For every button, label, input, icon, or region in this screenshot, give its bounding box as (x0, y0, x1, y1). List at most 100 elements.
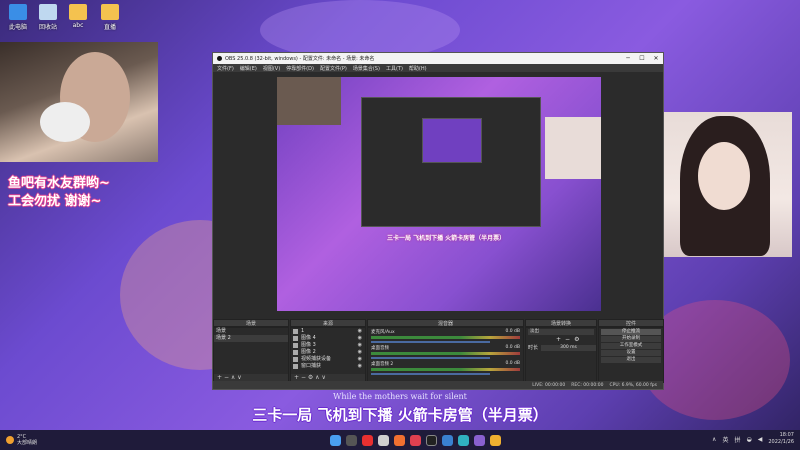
image-icon (293, 343, 298, 348)
folder-icon (69, 4, 87, 20)
cpu-usage: CPU: 6.9%, 60.00 fps (609, 382, 658, 388)
menu-profile[interactable]: 配置文件(P) (320, 65, 347, 72)
system-tray: ∧ 英 拼 ◒ ◀ 18:07 2022/1/26 (712, 432, 794, 446)
taskbar: 2°C 大部晴朗 ∧ 英 拼 ◒ ◀ 18:07 2022/1/26 (0, 430, 800, 450)
obs-preview-canvas[interactable]: 三卡一局 飞机到下播 火箭卡房管（半月票） (277, 77, 601, 311)
tray-chevron-up-icon[interactable]: ∧ (712, 436, 716, 443)
network-icon[interactable]: ◒ (746, 436, 751, 443)
add-transition-button[interactable]: + (556, 336, 561, 343)
obs-window[interactable]: OBS 25.0.8 (32-bit, windows) - 配置文件: 未命名… (212, 52, 664, 390)
app-icon[interactable] (474, 435, 485, 446)
obs-titlebar[interactable]: OBS 25.0.8 (32-bit, windows) - 配置文件: 未命名… (213, 53, 663, 64)
transition-settings-gear-icon[interactable]: ⚙ (574, 336, 579, 343)
desktop-icon-this-pc[interactable]: 此电脑 (4, 4, 32, 31)
volume-meter (371, 352, 520, 355)
start-recording-button[interactable]: 开始录制 (601, 336, 661, 342)
studio-mode-button[interactable]: 工作室模式 (601, 343, 661, 349)
obs-app-icon[interactable] (426, 435, 437, 446)
visibility-eye-icon[interactable]: ◉ (358, 328, 362, 335)
desktop-icon-recycle-bin[interactable]: 回收站 (34, 4, 62, 31)
volume-icon[interactable]: ◀ (758, 436, 763, 443)
audio-mixer-dock: 麦克风/Aux 0.0 dB 桌面音频 0.0 dB 桌面音频 2 0.0 dB (367, 327, 524, 383)
obs-menubar: 文件(F) 编辑(E) 视图(V) 停靠部件(D) 配置文件(P) 场景集合(S… (213, 64, 663, 72)
visibility-eye-icon[interactable]: ◉ (358, 356, 362, 363)
visibility-eye-icon[interactable]: ◉ (358, 342, 362, 349)
app-icon[interactable] (458, 435, 469, 446)
overlay-text-line2: 工会勿扰 谢谢~ (8, 194, 102, 209)
maximize-button[interactable]: ☐ (635, 55, 649, 62)
app-icon[interactable] (490, 435, 501, 446)
duration-input[interactable]: 300 ms (541, 344, 596, 351)
app-icon[interactable] (442, 435, 453, 446)
mixer-dock-header: 混音器 (367, 319, 524, 327)
mixer-channel: 桌面音频 0.0 dB (368, 344, 523, 360)
live-timer: LIVE: 00:00:00 (532, 382, 566, 388)
menu-docks[interactable]: 停靠部件(D) (286, 65, 314, 72)
volume-meter (371, 336, 520, 339)
wallpaper-deco (260, 0, 460, 60)
lyric-chinese: 三卡一局 飞机到下播 火箭卡房管（半月票） (252, 406, 548, 424)
scene-item[interactable]: 场景 (214, 328, 288, 335)
move-down-icon[interactable]: ∨ (321, 374, 325, 381)
visibility-eye-icon[interactable]: ◉ (358, 335, 362, 342)
menu-view[interactable]: 视图(V) (263, 65, 280, 72)
settings-button[interactable]: 设置 (601, 350, 661, 356)
preview-webcam-left (277, 77, 341, 125)
transition-type-select[interactable]: 淡出 (528, 329, 594, 335)
visibility-eye-icon[interactable]: ◉ (358, 349, 362, 356)
mixer-channel: 麦克风/Aux 0.0 dB (368, 328, 523, 344)
lyric-english: While the mothers wait for silent (333, 392, 467, 401)
exit-button[interactable]: 退出 (601, 357, 661, 363)
scenes-dock-header: 场景 (213, 319, 289, 327)
clock[interactable]: 18:07 2022/1/26 (768, 432, 794, 446)
desktop-icon-folder-abc[interactable]: abc (64, 4, 92, 29)
image-icon (293, 350, 298, 355)
menu-scene-collection[interactable]: 场景集合(S) (353, 65, 380, 72)
recycle-bin-icon (39, 4, 57, 20)
app-icon[interactable] (394, 435, 405, 446)
add-source-button[interactable]: + (294, 374, 301, 381)
start-menu-icon[interactable] (330, 435, 341, 446)
scene-item[interactable]: 场景 2 (214, 335, 288, 342)
visibility-eye-icon[interactable]: ◉ (358, 363, 362, 370)
minimize-button[interactable]: ─ (621, 55, 635, 62)
menu-file[interactable]: 文件(F) (217, 65, 234, 72)
app-icon[interactable] (378, 435, 389, 446)
source-item[interactable]: 图像 2 ◉ (291, 349, 365, 356)
webcam-feed-left (0, 42, 158, 162)
volume-slider[interactable] (371, 357, 491, 359)
weibo-app-icon[interactable] (362, 435, 373, 446)
preview-caption: 三卡一局 飞机到下播 火箭卡房管（半月票） (387, 235, 506, 242)
menu-edit[interactable]: 编辑(E) (240, 65, 257, 72)
mixer-channel: 桌面音频 2 0.0 dB (368, 360, 523, 376)
search-icon[interactable] (346, 435, 357, 446)
volume-slider[interactable] (371, 373, 491, 375)
volume-slider[interactable] (371, 341, 491, 343)
remove-scene-button[interactable]: − (224, 374, 231, 381)
controls-dock: 停止推流 开始录制 工作室模式 设置 退出 (598, 327, 664, 383)
add-scene-button[interactable]: + (217, 374, 224, 381)
scene-transitions-dock: 淡出 + − ⚙ 时长 300 ms (525, 327, 597, 383)
folder-icon (101, 4, 119, 20)
stop-streaming-button[interactable]: 停止推流 (601, 329, 661, 335)
menu-help[interactable]: 帮助(H) (409, 65, 427, 72)
remove-transition-button[interactable]: − (565, 336, 570, 343)
rec-timer: REC: 00:00:00 (571, 382, 604, 388)
source-item[interactable]: 窗口捕获 ◉ (291, 363, 365, 370)
tray-lang[interactable]: 英 (722, 435, 728, 444)
app-icon[interactable] (410, 435, 421, 446)
source-item[interactable]: 图像 4 ◉ (291, 335, 365, 342)
weather-widget[interactable]: 2°C 大部晴朗 (0, 434, 37, 446)
weather-desc: 大部晴朗 (17, 440, 38, 446)
duration-label: 时长 (528, 345, 539, 351)
close-button[interactable]: ✕ (649, 55, 663, 62)
source-item[interactable]: 视频捕获设备 ◉ (291, 356, 365, 363)
source-item[interactable]: 图像 3 ◉ (291, 342, 365, 349)
menu-tools[interactable]: 工具(T) (386, 65, 403, 72)
remove-source-button[interactable]: − (301, 374, 308, 381)
source-item[interactable]: 1 ◉ (291, 328, 365, 335)
obs-window-title: OBS 25.0.8 (32-bit, windows) - 配置文件: 未命名… (225, 56, 375, 62)
desktop-icon-folder-live[interactable]: 直播 (96, 4, 124, 31)
tray-ime[interactable]: 拼 (734, 435, 740, 444)
move-down-icon[interactable]: ∨ (237, 374, 241, 381)
